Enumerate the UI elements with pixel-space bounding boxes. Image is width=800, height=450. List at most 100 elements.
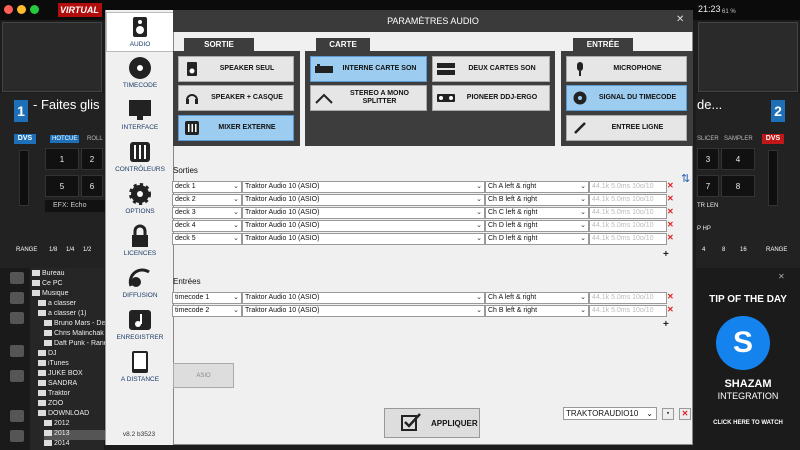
folder-tree-item[interactable]: a classer	[38, 300, 108, 310]
folder-tree-item[interactable]: Traktor	[38, 390, 108, 400]
close-icon[interactable]: ✕	[676, 14, 684, 25]
click-to-watch-link[interactable]: CLICK HERE TO WATCH	[696, 420, 800, 426]
device-select[interactable]: Traktor Audio 10 (ASIO) ⌄	[242, 220, 485, 232]
folder-tree-item[interactable]: DJ	[38, 350, 108, 360]
maximize-window-button[interactable]	[30, 5, 39, 14]
folder-tree-item[interactable]: ZOO	[38, 400, 108, 410]
filter-icon[interactable]	[10, 312, 24, 324]
sidebar-item-options[interactable]: OPTIONS	[106, 182, 174, 215]
speaker-seul-button[interactable]: SPEAKER SEUL	[178, 56, 294, 82]
interne-carte-son-button[interactable]: INTERNE CARTE SON	[310, 56, 427, 82]
back-icon[interactable]	[10, 345, 24, 357]
sidebar-item-audio[interactable]: AUDIO	[106, 12, 174, 52]
device-select[interactable]: Traktor Audio 10 (ASIO) ⌄	[242, 194, 485, 206]
list-view-icon[interactable]	[10, 370, 24, 382]
folder-tree-item[interactable]: Bureau	[32, 270, 102, 280]
folder-tree-item[interactable]: Bruno Mars - Disc	[44, 320, 114, 330]
pad-2[interactable]: 2	[81, 148, 103, 170]
close-window-button[interactable]	[4, 5, 13, 14]
folder-tree-item[interactable]: a classer (1)	[38, 310, 108, 320]
channel-name-select[interactable]: deck 1 ⌄	[172, 181, 242, 193]
pitch-fader-left[interactable]	[19, 150, 29, 206]
channel-select[interactable]: Ch A left & right ⌄	[485, 292, 589, 304]
pioneer-ddj-ergo-button[interactable]: PIONEER DDJ-ERGO	[432, 85, 550, 111]
stereo-mono-splitter-button[interactable]: STEREO A MONO SPLITTER	[310, 85, 427, 111]
device-select[interactable]: Traktor Audio 10 (ASIO) ⌄	[242, 305, 485, 317]
hotcue-tab[interactable]: HOTCUE	[50, 135, 80, 143]
sidebar-item-enregistrer[interactable]: ENREGISTRER	[106, 308, 174, 341]
folder-tree-item[interactable]: 2012	[44, 420, 114, 430]
channel-select[interactable]: Ch B left & right ⌄	[485, 305, 589, 317]
device-select[interactable]: Traktor Audio 10 (ASIO) ⌄	[242, 207, 485, 219]
entree-ligne-button[interactable]: ENTREE LIGNE	[566, 115, 687, 141]
folder-tree-item[interactable]: Chris Malinchak	[44, 330, 114, 340]
pitch-fader-right[interactable]	[768, 150, 778, 206]
loop-size-8[interactable]: 8	[722, 247, 725, 253]
roll-tab[interactable]: ROLL	[87, 136, 103, 142]
save-preset-icon[interactable]: ▪	[662, 408, 674, 420]
delete-row-icon[interactable]: ✕	[667, 292, 674, 301]
preset-select[interactable]: TRAKTORAUDIO10 ⌄	[563, 407, 657, 420]
sidebar-item-interface[interactable]: INTERFACE	[106, 98, 174, 131]
delete-row-icon[interactable]: ✕	[667, 305, 674, 314]
device-select[interactable]: Traktor Audio 10 (ASIO) ⌄	[242, 181, 485, 193]
loop-size-1-8[interactable]: 1/8	[49, 247, 57, 253]
folder-tree-item[interactable]: 2013	[44, 430, 114, 440]
font-size-icon[interactable]	[10, 410, 24, 422]
folder-tree-item[interactable]: Musique	[32, 290, 102, 300]
loop-size-4[interactable]: 4	[702, 247, 705, 253]
add-output-icon[interactable]: +	[663, 249, 669, 260]
delete-row-icon[interactable]: ✕	[667, 207, 674, 216]
sidebar-item-controleurs[interactable]: CONTRÔLEURS	[106, 140, 174, 173]
loop-size-1-2[interactable]: 1/2	[83, 247, 91, 253]
asio-config-button[interactable]: ASIO	[173, 363, 234, 388]
speaker-casque-button[interactable]: SPEAKER + CASQUE	[178, 85, 294, 111]
folder-tree-item[interactable]: DOWNLOAD	[38, 410, 108, 420]
loop-size-1-4[interactable]: 1/4	[66, 247, 74, 253]
sidebar-item-licences[interactable]: LICENCES	[106, 224, 174, 257]
channel-name-select[interactable]: deck 3 ⌄	[172, 207, 242, 219]
channel-select[interactable]: Ch B left & right ⌄	[485, 194, 589, 206]
dvs-left-button[interactable]: DVS	[14, 134, 36, 144]
sampler-tab[interactable]: SAMPLER	[724, 136, 753, 142]
sidebar-item-a-distance[interactable]: A DISTANCE	[106, 350, 174, 383]
delete-row-icon[interactable]: ✕	[667, 233, 674, 242]
channel-name-select[interactable]: deck 4 ⌄	[172, 220, 242, 232]
slicer-tab[interactable]: SLICER	[697, 136, 719, 142]
folder-tree-item[interactable]: SANDRA	[38, 380, 108, 390]
channel-name-select[interactable]: timecode 2 ⌄	[172, 305, 242, 317]
folder-tree-item[interactable]: Daft Punk - Rando	[44, 340, 114, 350]
delete-preset-icon[interactable]: ✕	[679, 408, 691, 420]
pad-6[interactable]: 6	[81, 175, 103, 197]
channel-name-select[interactable]: timecode 1 ⌄	[172, 292, 242, 304]
delete-row-icon[interactable]: ✕	[667, 194, 674, 203]
channel-select[interactable]: Ch D left & right ⌄	[485, 233, 589, 245]
signal-timecode-button[interactable]: SIGNAL DU TIMECODE	[566, 85, 687, 111]
range-right-label[interactable]: RANGE	[766, 247, 787, 253]
range-left-label[interactable]: RANGE	[16, 247, 37, 253]
tip-close-icon[interactable]: ✕	[778, 272, 785, 281]
folder-tree-item[interactable]: 2014	[44, 440, 114, 450]
pad-3[interactable]: 3	[697, 148, 719, 170]
device-select[interactable]: Traktor Audio 10 (ASIO) ⌄	[242, 233, 485, 245]
microphone-button[interactable]: MICROPHONE	[566, 56, 687, 82]
folder-icon[interactable]	[10, 292, 24, 304]
mixer-externe-button[interactable]: MIXER EXTERNE	[178, 115, 294, 141]
delete-row-icon[interactable]: ✕	[667, 181, 674, 190]
refresh-icon[interactable]: ⇅	[681, 172, 690, 185]
delete-row-icon[interactable]: ✕	[667, 220, 674, 229]
font-size-small-icon[interactable]	[10, 430, 24, 442]
folder-tree-item[interactable]: iTunes	[38, 360, 108, 370]
device-select[interactable]: Traktor Audio 10 (ASIO) ⌄	[242, 292, 485, 304]
pad-4[interactable]: 4	[721, 148, 755, 170]
pad-1[interactable]: 1	[45, 148, 79, 170]
add-input-icon[interactable]: +	[663, 319, 669, 330]
channel-name-select[interactable]: deck 5 ⌄	[172, 233, 242, 245]
sidebar-item-diffusion[interactable]: DIFFUSION	[106, 266, 174, 299]
pad-7[interactable]: 7	[697, 175, 719, 197]
sidebar-item-timecode[interactable]: TIMECODE	[106, 56, 174, 89]
folder-tree-item[interactable]: JUKE BOX	[38, 370, 108, 380]
loop-size-16[interactable]: 16	[740, 247, 747, 253]
star-icon[interactable]	[10, 272, 24, 284]
efx-left-select[interactable]: EFX: Echo	[45, 200, 105, 212]
